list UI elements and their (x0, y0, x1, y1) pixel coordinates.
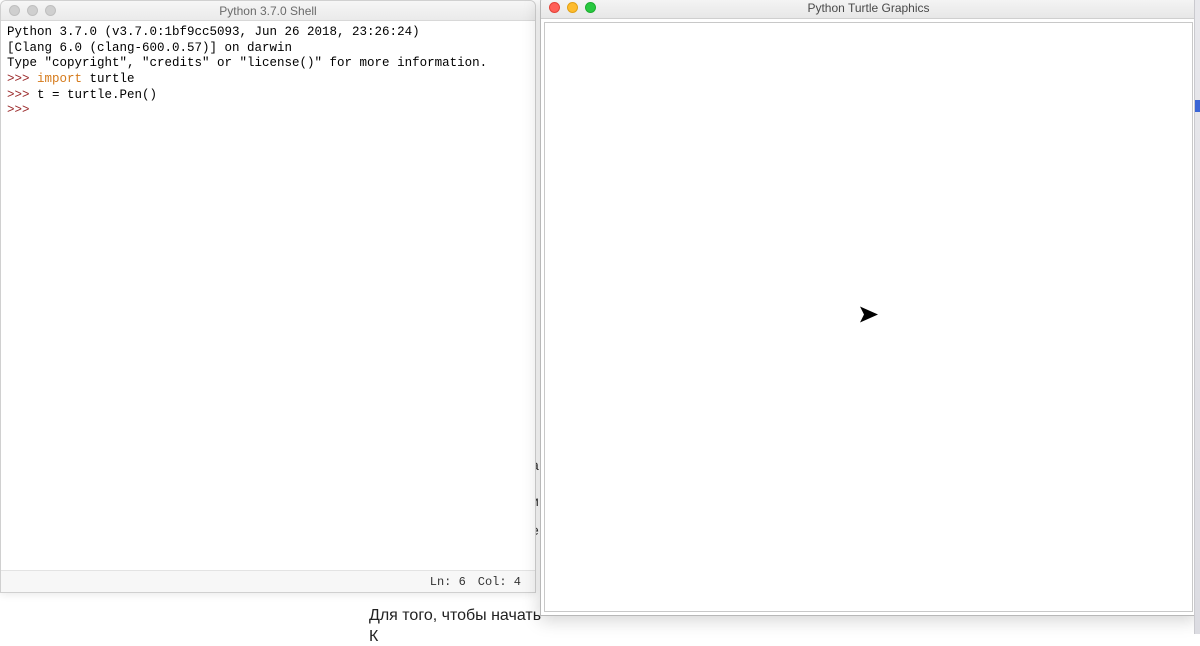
close-icon[interactable] (549, 2, 560, 13)
status-line: Ln: 6 (430, 575, 466, 589)
zoom-icon[interactable] (585, 2, 596, 13)
close-icon[interactable] (9, 5, 20, 16)
turtle-graphics-window[interactable]: Python Turtle Graphics (540, 0, 1197, 616)
minimize-icon[interactable] (27, 5, 38, 16)
status-col: Col: 4 (478, 575, 521, 589)
minimize-icon[interactable] (567, 2, 578, 13)
shell-statusbar: Ln: 6 Col: 4 (1, 570, 535, 592)
shell-line-compiler: [Clang 6.0 (clang-600.0.57)] on darwin (7, 41, 292, 55)
page-text-line: К (369, 628, 378, 646)
turtle-titlebar[interactable]: Python Turtle Graphics (541, 0, 1196, 19)
zoom-icon[interactable] (45, 5, 56, 16)
shell-code: t = turtle.Pen() (30, 88, 158, 102)
traffic-lights-inactive (1, 5, 56, 16)
shell-prompt: >>> (7, 103, 30, 117)
edge-accent (1195, 100, 1200, 112)
shell-prompt: >>> (7, 88, 30, 102)
turtle-cursor-icon (860, 307, 878, 328)
keyword-import: import (37, 72, 82, 86)
offscreen-window-edge (1194, 0, 1200, 634)
shell-titlebar[interactable]: Python 3.7.0 Shell (1, 1, 535, 21)
turtle-window-title: Python Turtle Graphics (541, 1, 1196, 15)
shell-prompt: >>> (7, 72, 30, 86)
page-text-line: Для того, чтобы начать (369, 607, 541, 625)
python-shell-window[interactable]: Python 3.7.0 Shell Python 3.7.0 (v3.7.0:… (0, 0, 536, 593)
shell-window-title: Python 3.7.0 Shell (1, 4, 535, 18)
shell-code: turtle (82, 72, 135, 86)
shell-output[interactable]: Python 3.7.0 (v3.7.0:1bf9cc5093, Jun 26 … (1, 21, 535, 570)
shell-line-version: Python 3.7.0 (v3.7.0:1bf9cc5093, Jun 26 … (7, 25, 420, 39)
traffic-lights-active (541, 2, 596, 13)
turtle-canvas[interactable] (544, 22, 1193, 612)
shell-line-hint: Type "copyright", "credits" or "license(… (7, 56, 487, 70)
